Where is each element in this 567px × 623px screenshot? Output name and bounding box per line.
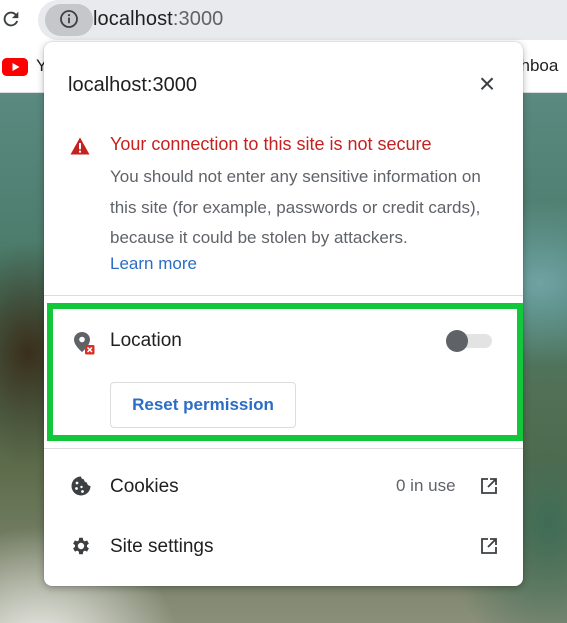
toggle-thumb — [446, 330, 468, 352]
info-icon[interactable] — [59, 9, 79, 29]
close-button[interactable]: × — [472, 70, 502, 98]
cookies-label[interactable]: Cookies — [110, 476, 179, 498]
divider — [44, 295, 523, 296]
url-host: localhost — [93, 8, 173, 30]
url-text[interactable]: localhost:3000 — [93, 8, 223, 31]
warning-title: Your connection to this site is not secu… — [110, 134, 432, 154]
gear-icon — [73, 537, 89, 555]
warning-icon — [70, 137, 90, 155]
warning-text: You should not enter any sensitive infor… — [110, 167, 481, 247]
cookie-icon — [71, 476, 91, 496]
site-settings-label[interactable]: Site settings — [110, 536, 214, 558]
url-port: :3000 — [172, 8, 224, 30]
reload-icon[interactable] — [0, 8, 22, 30]
site-info-popup: localhost:3000 × Your connection to this… — [44, 42, 523, 586]
learn-more-link[interactable]: Learn more — [110, 254, 197, 274]
divider — [44, 448, 523, 449]
open-external-icon[interactable] — [480, 477, 498, 495]
reset-permission-button[interactable]: Reset permission — [110, 382, 296, 428]
location-blocked-icon — [74, 332, 95, 355]
location-label: Location — [110, 330, 182, 351]
popup-title: localhost:3000 — [68, 74, 197, 96]
location-toggle[interactable] — [446, 330, 492, 352]
youtube-icon[interactable] — [2, 58, 28, 76]
cookies-usage: 0 in use — [396, 476, 456, 495]
open-external-icon[interactable] — [480, 537, 498, 555]
